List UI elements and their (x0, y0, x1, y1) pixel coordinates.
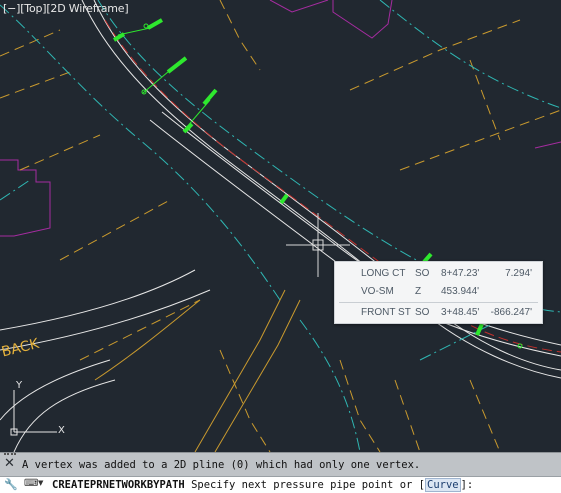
pipe-marker (202, 88, 218, 106)
magenta-boundary-right (534, 141, 561, 149)
side-code: SO (415, 307, 430, 318)
tooltip-divider (339, 302, 538, 303)
cross-street-edge (194, 289, 286, 452)
command-prompt-suffix: ]: (460, 479, 474, 491)
station-value: 3+48.45' (441, 307, 480, 318)
lot-line (59, 199, 171, 261)
pipe-marker (147, 18, 163, 30)
cyan-alignment (0, 4, 281, 301)
close-icon[interactable]: ✕ (4, 456, 15, 471)
lot-line (399, 109, 561, 171)
lot-line (79, 299, 201, 361)
command-name: CREATEPRNETWORKBYPATH (52, 479, 185, 491)
side-code: Z (415, 286, 422, 297)
side-code: SO (415, 268, 430, 279)
cyan-alignment (0, 179, 31, 201)
lot-line (469, 59, 501, 141)
command-history: ✕ A vertex was added to a 2D pline (0) w… (0, 452, 561, 476)
station-offset-tooltip: LONG CT SO 8+47.23' 7.294' VO-SM Z 453.9… (334, 261, 543, 324)
lot-line (394, 379, 421, 452)
lot-line (219, 0, 261, 71)
magenta-boundary-top (269, 0, 329, 13)
alignment-name: FRONT ST (361, 307, 411, 318)
offset-value: 7.294' (505, 268, 532, 279)
command-history-text: A vertex was added to a 2D pline (0) whi… (22, 459, 421, 471)
alignment-name: LONG CT (361, 268, 406, 279)
command-prompt-text: Specify next pressure pipe point or [ (191, 479, 425, 491)
drawing-viewport[interactable]: [−][Top][2D Wireframe] BACK LONG CT SO 8… (0, 0, 561, 452)
option-curve[interactable]: Curve (425, 478, 461, 492)
offset-value: -866.247' (490, 307, 532, 318)
tooltip-row: VO-SM Z 453.944' (335, 286, 542, 300)
cyan-alignment (299, 319, 361, 452)
pipe-marker (112, 32, 126, 42)
cyan-alignment (379, 0, 561, 109)
viewport-controls-label[interactable]: [−][Top][2D Wireframe] (3, 2, 129, 15)
ucs-x-label: X (58, 425, 65, 436)
command-prompt[interactable]: CREATEPRNETWORKBYPATH Specify next press… (52, 478, 474, 492)
command-line[interactable]: 🔧 ⌨ ▼ CREATEPRNETWORKBYPATH Specify next… (0, 476, 561, 493)
pipe-node (143, 23, 149, 29)
cross-street-edge (214, 299, 301, 452)
wrench-icon[interactable]: 🔧 (4, 478, 18, 491)
pipe-marker (279, 193, 289, 205)
road-edge (0, 269, 196, 331)
alignment-name: VO-SM (361, 286, 394, 297)
lot-line (19, 134, 101, 171)
prompt-icon[interactable]: ⌨ (24, 478, 38, 489)
ucs-icon: Y X (7, 380, 71, 442)
station-value: 453.944' (441, 286, 480, 297)
lot-line (0, 71, 71, 99)
magenta-boundary-top-right (332, 0, 393, 39)
ucs-y-label: Y (16, 380, 23, 391)
dropdown-icon[interactable]: ▼ (38, 479, 43, 487)
lot-line (339, 359, 381, 452)
magenta-building-left (0, 159, 51, 237)
pipe-marker (166, 56, 188, 74)
station-value: 8+47.23' (441, 268, 480, 279)
lot-line (469, 379, 501, 452)
lot-line (0, 29, 61, 57)
cross-street-curve (94, 299, 201, 381)
tooltip-row: FRONT ST SO 3+48.45' -866.247' (335, 307, 542, 321)
tooltip-row: LONG CT SO 8+47.23' 7.294' (335, 268, 542, 282)
drawing-canvas[interactable] (0, 0, 561, 452)
pipe-marker (475, 323, 484, 336)
